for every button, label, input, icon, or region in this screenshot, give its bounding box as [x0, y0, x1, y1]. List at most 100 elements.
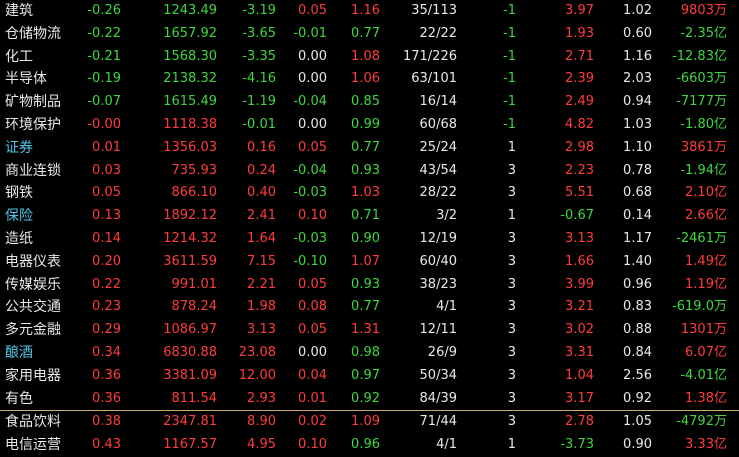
flow-value: 1.49: [685, 253, 714, 269]
flow-value: -6603: [676, 71, 714, 87]
net-flow: 1301万: [681, 319, 727, 342]
volume-ratio: 1.16: [351, 3, 380, 18]
table-row[interactable]: 仓储物流 -0.22 1657.92 -3.65 -0.01 0.77 22/22 -1 1.9…: [0, 23, 739, 46]
table-row[interactable]: 证券 0.01 1356.03 0.16 0.05 0.77 25/24 1 2.98 1.10 3…: [0, 137, 739, 160]
index-price: 878.24: [171, 299, 218, 315]
volume-ratio: 0.85: [351, 94, 380, 110]
streak-count: -1: [503, 3, 516, 18]
change-pct: 0.29: [92, 322, 121, 338]
table-row[interactable]: 传媒娱乐 0.22 991.01 2.21 0.05 0.93 38/23 3 3.99 0.96…: [0, 274, 739, 297]
flow-unit: 万: [713, 322, 727, 338]
flow-value: 9803: [680, 3, 714, 18]
leader-change: 2.78: [565, 414, 594, 430]
table-row[interactable]: 多元金融 0.29 1086.97 3.13 0.05 1.31 12/11 3 3.02 0.8…: [0, 319, 739, 342]
table-row[interactable]: 化工 -0.21 1568.30 -3.35 0.00 1.08 171/226 -1 2.71…: [0, 46, 739, 69]
leader-change: 1.66: [565, 253, 594, 269]
net-flow: 9803万: [681, 0, 727, 23]
sector-name: 证券: [5, 139, 33, 156]
speed: 0.05: [298, 139, 327, 155]
table-row[interactable]: 有色 0.36 811.54 2.93 0.01 0.92 84/39 3 3.17 0.92 1.…: [0, 388, 739, 411]
index-price: 1086.97: [163, 322, 217, 338]
leader-change: 2.23: [565, 162, 594, 178]
table-row[interactable]: 矿物制品 -0.07 1615.49 -1.19 -0.04 0.85 16/14 -1 2.4…: [0, 91, 739, 114]
leader-change: 3.21: [565, 299, 594, 315]
speed: 0.01: [298, 390, 327, 406]
speed: 0.10: [298, 208, 327, 224]
speed: 0.08: [298, 299, 327, 315]
index-price: 3611.59: [163, 253, 217, 269]
flow-unit: 万: [713, 299, 727, 315]
leader-change: 3.13: [565, 230, 594, 246]
up-down-count: 50/34: [419, 367, 457, 383]
up-down-count: 16/14: [419, 94, 457, 110]
change-amount: 2.93: [247, 390, 276, 406]
speed: -0.03: [293, 230, 327, 246]
speed: 0.05: [298, 3, 327, 18]
net-flow: 1.49亿: [685, 251, 727, 274]
sector-quote-table: 建筑 -0.26 1243.49 -3.19 0.05 1.16 35/113 -1 3.97 1…: [0, 0, 739, 457]
streak-count: -1: [503, 71, 516, 87]
turnover: 2.03: [623, 71, 652, 87]
up-down-count: 38/23: [419, 276, 457, 292]
table-row[interactable]: 钢铁 0.05 866.10 0.40 -0.03 1.03 28/22 3 5.51 0.68 2…: [0, 182, 739, 205]
streak-count: 1: [507, 139, 516, 155]
index-price: 866.10: [171, 185, 218, 201]
speed: -0.01: [293, 25, 327, 41]
table-row[interactable]: 造纸 0.14 1214.32 1.64 -0.03 0.90 12/19 3 3.13 1.17…: [0, 228, 739, 251]
table-row[interactable]: 商业连锁 0.03 735.93 0.24 -0.04 0.93 43/54 3 2.23 0.7…: [0, 160, 739, 183]
table-row[interactable]: 环境保护 -0.00 1118.38 -0.01 0.00 0.99 60/68 -1 4.82…: [0, 114, 739, 137]
flow-value: 6.07: [685, 344, 714, 360]
net-flow: -619.0万: [672, 296, 727, 319]
table-row[interactable]: 建筑 -0.26 1243.49 -3.19 0.05 1.16 35/113 -1 3.97 1…: [0, 0, 739, 23]
change-amount: 1.98: [247, 299, 276, 315]
table-row[interactable]: 食品饮料 0.38 2347.81 8.90 0.02 1.09 71/44 3 2.78 1.0…: [0, 410, 739, 434]
leader-change: -0.67: [560, 208, 594, 224]
sector-name: 保险: [5, 208, 33, 225]
flow-unit: 亿: [713, 344, 727, 360]
volume-ratio: 1.08: [351, 48, 380, 64]
leader-change: 5.51: [565, 185, 594, 201]
change-pct: -0.07: [87, 94, 121, 110]
index-price: 735.93: [171, 162, 218, 178]
flow-value: 1.38: [685, 390, 714, 406]
net-flow: 1.38亿: [685, 388, 727, 411]
turnover: 0.88: [623, 322, 652, 338]
change-amount: 2.41: [247, 208, 276, 224]
streak-count: 3: [507, 344, 516, 360]
flow-unit: 亿: [713, 185, 727, 201]
streak-count: 3: [507, 230, 516, 246]
index-price: 811.54: [171, 390, 218, 406]
flow-value: -1.80: [680, 116, 714, 132]
change-pct: -0.22: [87, 25, 121, 41]
flow-unit: 亿: [713, 116, 727, 132]
index-price: 2347.81: [163, 414, 217, 430]
leader-change: 3.31: [565, 344, 594, 360]
sector-name: 酿酒: [5, 344, 33, 361]
turnover: 0.84: [623, 344, 652, 360]
flow-value: 2.10: [685, 185, 714, 201]
table-row[interactable]: 半导体 -0.19 2138.32 -4.16 0.00 1.06 63/101 -1 2.39…: [0, 68, 739, 91]
change-amount: 12.00: [238, 367, 276, 383]
change-amount: 0.40: [247, 185, 276, 201]
up-down-count: 43/54: [419, 162, 457, 178]
table-row[interactable]: 家用电器 0.36 3381.09 12.00 0.04 0.97 50/34 3 1.04 2.…: [0, 365, 739, 388]
net-flow: -4792万: [676, 411, 727, 434]
sector-name: 半导体: [5, 71, 47, 88]
flow-value: 3861: [680, 139, 714, 155]
volume-ratio: 0.90: [351, 230, 380, 246]
table-row[interactable]: 酿酒 0.34 6830.88 23.08 0.00 0.98 26/9 3 3.31 0.84 6…: [0, 342, 739, 365]
sector-name: 钢铁: [5, 185, 33, 202]
change-pct: 0.36: [92, 367, 121, 383]
up-down-count: 25/24: [419, 139, 457, 155]
change-pct: 0.14: [92, 230, 121, 246]
speed: -0.03: [293, 185, 327, 201]
streak-count: -1: [503, 25, 516, 41]
table-row[interactable]: 保险 0.13 1892.12 2.41 0.10 0.71 3/2 1 -0.67 0.14 2.…: [0, 205, 739, 228]
change-pct: 0.03: [92, 162, 121, 178]
index-price: 2138.32: [163, 71, 217, 87]
up-down-count: 26/9: [427, 344, 457, 360]
table-row[interactable]: 公共交通 0.23 878.24 1.98 0.08 0.77 4/1 3 3.21 0.83 -6…: [0, 296, 739, 319]
volume-ratio: 0.77: [351, 25, 380, 41]
net-flow: 3861万: [681, 137, 727, 160]
table-row[interactable]: 电器仪表 0.20 3611.59 7.15 -0.10 1.07 60/40 3 1.66 1.…: [0, 251, 739, 274]
